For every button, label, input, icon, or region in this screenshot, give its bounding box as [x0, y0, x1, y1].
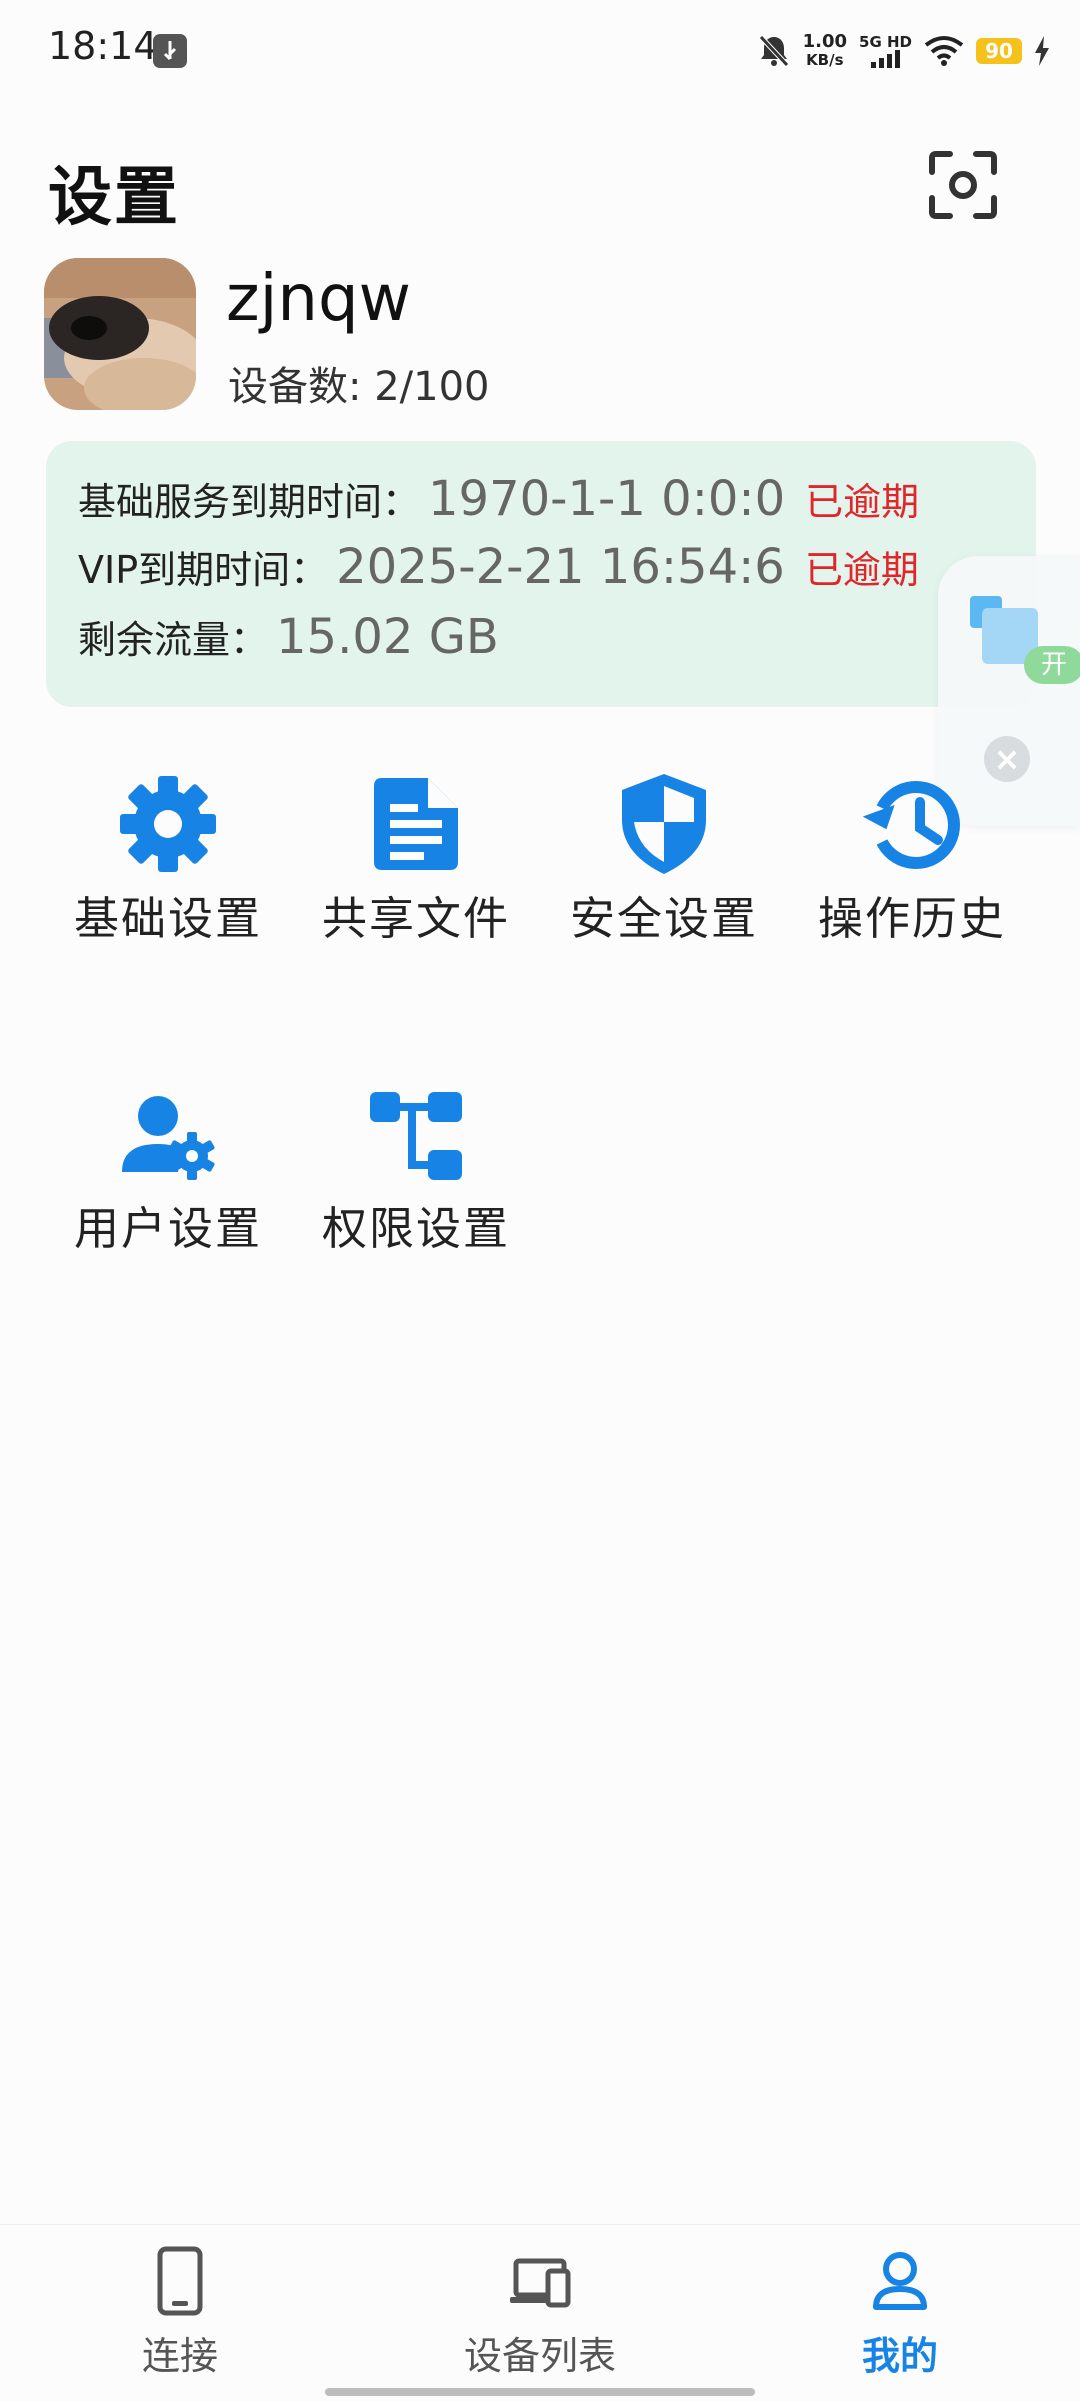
basic-service-value: 1970-1-1 0:0:0	[428, 471, 786, 527]
user-gear-icon	[122, 1096, 215, 1180]
nav-label: 设备列表	[463, 2334, 616, 2378]
nav-device-list[interactable]: 设备列表	[440, 2245, 640, 2378]
nav-label: 我的	[861, 2334, 938, 2378]
vip-status: 已逾期	[804, 548, 919, 592]
gear-icon	[120, 776, 216, 872]
traffic-label: 剩余流量：	[78, 618, 269, 662]
status-time: 18:14	[48, 24, 158, 68]
vip-label: VIP到期时间：	[78, 548, 329, 592]
phone-icon	[157, 2246, 203, 2316]
traffic-value: 15.02 GB	[276, 609, 499, 665]
nav-mine[interactable]: 我的	[800, 2245, 1000, 2378]
menu-label: 权限设置	[321, 1202, 510, 1255]
wifi-icon	[924, 36, 964, 66]
menu-permission-settings[interactable]: 权限设置	[292, 1082, 540, 1282]
hierarchy-icon	[370, 1092, 462, 1180]
devices-icon	[510, 2258, 571, 2308]
charging-icon	[1035, 36, 1049, 66]
username: zjnqw	[226, 262, 411, 336]
menu-label: 安全设置	[569, 892, 758, 945]
home-indicator[interactable]	[325, 2388, 755, 2396]
bottom-nav: 连接 设备列表 我的	[0, 2224, 1080, 2401]
device-count: 设备数: 2/100	[228, 364, 490, 410]
status-bar: 18:14 1.00 KB/s 5G HD 90	[0, 0, 1080, 100]
service-info-card: 基础服务到期时间： 1970-1-1 0:0:0 已逾期 VIP到期时间： 20…	[46, 441, 1036, 707]
user-icon	[873, 2252, 927, 2310]
menu-basic-settings[interactable]: 基础设置	[44, 772, 292, 972]
nav-connect[interactable]: 连接	[80, 2245, 280, 2378]
cellular-icon: 5G HD	[859, 34, 912, 68]
menu-label: 用户设置	[73, 1202, 262, 1255]
basic-service-status: 已逾期	[805, 480, 920, 524]
scan-icon	[929, 151, 997, 219]
menu-shared-files[interactable]: 共享文件	[292, 772, 540, 972]
usb-icon	[153, 34, 187, 68]
widget-open-badge[interactable]: 开	[1024, 646, 1080, 684]
vip-value: 2025-2-21 16:54:6	[336, 539, 785, 595]
network-speed: 1.00 KB/s	[802, 31, 848, 69]
menu-security-settings[interactable]: 安全设置	[540, 772, 788, 972]
menu-operation-history[interactable]: 操作历史	[788, 772, 1036, 972]
basic-service-label: 基础服务到期时间：	[78, 480, 421, 524]
menu-label: 操作历史	[817, 892, 1006, 945]
scan-button[interactable]	[928, 150, 998, 220]
page-title: 设置	[48, 161, 180, 235]
traffic-row: 剩余流量： 15.02 GB	[78, 609, 499, 665]
history-icon	[862, 781, 960, 869]
menu-label: 共享文件	[321, 892, 510, 945]
vip-row: VIP到期时间： 2025-2-21 16:54:6 已逾期	[78, 539, 919, 595]
basic-service-row: 基础服务到期时间： 1970-1-1 0:0:0 已逾期	[78, 471, 919, 527]
battery-indicator: 90	[976, 38, 1022, 64]
avatar[interactable]	[44, 258, 196, 410]
nav-label: 连接	[141, 2334, 218, 2378]
shield-icon	[622, 774, 706, 874]
menu-label: 基础设置	[73, 892, 262, 945]
status-icons: 1.00 KB/s 5G HD 90	[757, 24, 1050, 78]
menu-user-settings[interactable]: 用户设置	[44, 1082, 292, 1282]
mute-bell-icon	[758, 35, 789, 67]
document-icon	[374, 778, 458, 870]
